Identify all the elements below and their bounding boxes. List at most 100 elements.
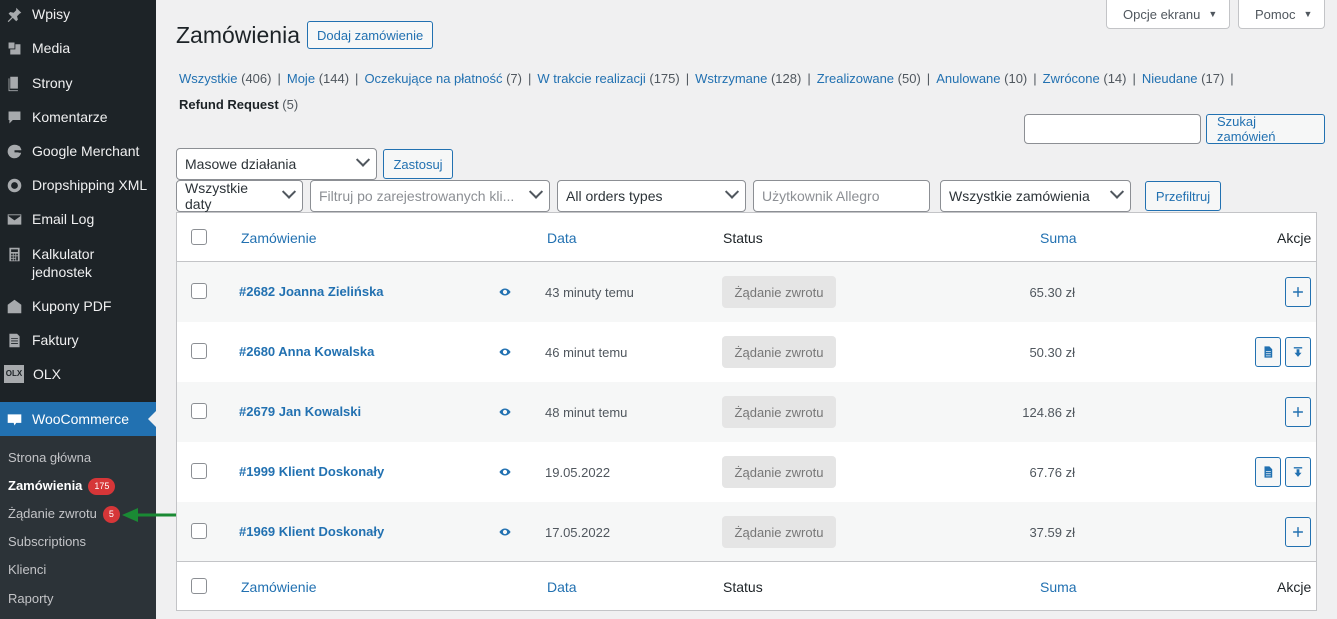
- woocommerce-submenu: Strona główna Zamówienia 175 Żądanie zwro…: [0, 436, 156, 619]
- screen-options-button[interactable]: Opcje ekranu ▼: [1106, 0, 1230, 29]
- sidebar-item-woocommerce[interactable]: WooCommerce: [0, 402, 156, 436]
- sidebar-item-calculator[interactable]: Kalkulator jednostek: [0, 245, 156, 281]
- column-status: Status: [723, 230, 763, 246]
- submenu-item-subscriptions[interactable]: Subscriptions: [8, 533, 86, 551]
- status-filter-link[interactable]: Wstrzymane (128): [695, 71, 801, 86]
- submenu-item-home[interactable]: Strona główna: [8, 449, 91, 467]
- separator: |: [807, 71, 811, 86]
- table-footer: Zamówienie Data Status Suma Akcje: [177, 561, 1316, 610]
- submenu-item-reports[interactable]: Raporty: [8, 590, 54, 608]
- status-filter-link[interactable]: Zwrócone (14): [1043, 71, 1127, 86]
- sidebar-item-coupons[interactable]: Kupony PDF: [0, 297, 156, 315]
- order-link[interactable]: #2682 Joanna Zielińska: [239, 284, 384, 299]
- invoice-action-button[interactable]: [1255, 457, 1281, 487]
- preview-eye-icon[interactable]: [498, 525, 512, 539]
- apply-button[interactable]: Zastosuj: [383, 149, 453, 179]
- status-filter-link[interactable]: Moje (144): [287, 71, 349, 86]
- submenu-item-refund-request[interactable]: Żądanie zwrotu 5: [8, 505, 120, 523]
- column-date[interactable]: Data: [547, 230, 577, 246]
- download-action-button[interactable]: [1285, 337, 1311, 367]
- order-link[interactable]: #1999 Klient Doskonały: [239, 464, 384, 479]
- sidebar-item-posts[interactable]: Wpisy: [0, 5, 156, 23]
- order-link[interactable]: #2679 Jan Kowalski: [239, 404, 361, 419]
- sidebar-item-dropshipping[interactable]: Dropshipping XML: [0, 176, 156, 194]
- row-checkbox[interactable]: [191, 463, 207, 479]
- add-order-button[interactable]: Dodaj zamówienie: [307, 21, 434, 49]
- order-types-select[interactable]: All orders types: [557, 180, 746, 212]
- chevron-down-icon: [355, 152, 371, 167]
- preview-eye-icon[interactable]: [498, 465, 512, 479]
- calculator-icon: [5, 245, 23, 263]
- submenu-item-customers[interactable]: Klienci: [8, 561, 46, 579]
- table-row: #2682 Joanna Zielińska 43 minuty temu Żąda…: [177, 262, 1316, 322]
- main-content: Opcje ekranu ▼ Pomoc ▼ Zamówienia Dodaj za…: [156, 0, 1337, 619]
- all-orders-select[interactable]: Wszystkie zamówienia: [940, 180, 1131, 212]
- column-order[interactable]: Zamówienie: [241, 230, 316, 246]
- order-date: 48 minut temu: [545, 405, 628, 420]
- filter-button[interactable]: Przefiltruj: [1145, 181, 1221, 211]
- column-order[interactable]: Zamówienie: [241, 579, 316, 595]
- select-all-checkbox[interactable]: [191, 229, 207, 245]
- date-filter-select[interactable]: Wszystkie daty: [176, 180, 303, 212]
- status-filter-link[interactable]: Oczekujące na płatność (7): [364, 71, 522, 86]
- row-checkbox[interactable]: [191, 403, 207, 419]
- row-checkbox[interactable]: [191, 283, 207, 299]
- column-status: Status: [723, 579, 763, 595]
- help-button[interactable]: Pomoc ▼: [1238, 0, 1325, 29]
- separator: |: [1132, 71, 1136, 86]
- invoice-action-button[interactable]: [1255, 337, 1281, 367]
- plus-action-button[interactable]: [1285, 397, 1311, 427]
- allegro-user-input[interactable]: Użytkownik Allegro: [753, 180, 930, 212]
- column-total[interactable]: Suma: [1040, 579, 1077, 595]
- status-filter-link[interactable]: W trakcie realizacji (175): [537, 71, 679, 86]
- status-filter-link[interactable]: Wszystkie (406): [179, 71, 271, 86]
- status-filter-links: Wszystkie (406) | Moje (144) | Oczekujące na…: [179, 66, 1259, 118]
- table-row: #2680 Anna Kowalska 46 minut temu Żądanie …: [177, 322, 1316, 382]
- preview-eye-icon[interactable]: [498, 405, 512, 419]
- pages-icon: [5, 74, 23, 92]
- submenu-item-orders[interactable]: Zamówienia 175: [8, 477, 116, 495]
- status-filter-link[interactable]: Refund Request (5): [179, 97, 298, 112]
- order-date: 19.05.2022: [545, 465, 611, 480]
- order-total: 124.86 zł: [1022, 405, 1075, 420]
- table-header: Zamówienie Data Status Suma Akcje: [177, 213, 1316, 262]
- download-action-button[interactable]: [1285, 457, 1311, 487]
- bulk-actions-select[interactable]: Masowe działania: [176, 148, 377, 180]
- search-input[interactable]: [1024, 114, 1201, 144]
- customer-filter-select[interactable]: Filtruj po zarejestrowanych kli...: [310, 180, 550, 212]
- sidebar-item-invoices[interactable]: Faktury: [0, 331, 156, 349]
- status-filter-link[interactable]: Zrealizowane (50): [817, 71, 921, 86]
- select-all-checkbox[interactable]: [191, 578, 207, 594]
- column-date[interactable]: Data: [547, 579, 577, 595]
- order-link[interactable]: #2680 Anna Kowalska: [239, 344, 374, 359]
- status-filter-link[interactable]: Nieudane (17): [1142, 71, 1224, 86]
- order-link[interactable]: #1969 Klient Doskonały: [239, 524, 384, 539]
- sidebar-item-pages[interactable]: Strony: [0, 74, 156, 92]
- invoice-icon: [5, 331, 23, 349]
- sidebar-item-email-log[interactable]: Email Log: [0, 210, 156, 228]
- admin-sidebar: Wpisy Media Strony Komentarze Google Mer…: [0, 0, 156, 619]
- column-total[interactable]: Suma: [1040, 230, 1077, 246]
- orders-table: Zamówienie Data Status Suma Akcje #2682 …: [176, 212, 1317, 611]
- search-orders-button[interactable]: Szukaj zamówień: [1206, 114, 1325, 144]
- coupon-icon: [5, 297, 23, 315]
- column-actions: Akcje: [1277, 230, 1312, 246]
- sidebar-item-google-merchant[interactable]: Google Merchant: [0, 142, 156, 160]
- plus-icon: [1293, 527, 1303, 537]
- sidebar-item-comments[interactable]: Komentarze: [0, 108, 156, 126]
- sidebar-item-media[interactable]: Media: [0, 39, 156, 57]
- plus-action-button[interactable]: [1285, 277, 1311, 307]
- chevron-down-icon: [724, 184, 740, 199]
- preview-eye-icon[interactable]: [498, 285, 512, 299]
- row-checkbox[interactable]: [191, 343, 207, 359]
- orders-count-badge: 175: [88, 477, 116, 495]
- sidebar-item-olx[interactable]: OLX OLX: [0, 365, 156, 383]
- status-badge: Żądanie zwrotu: [722, 516, 836, 548]
- row-checkbox[interactable]: [191, 523, 207, 539]
- plus-action-button[interactable]: [1285, 517, 1311, 547]
- status-filter-link[interactable]: Anulowane (10): [936, 71, 1027, 86]
- plus-icon: [1293, 407, 1303, 417]
- preview-eye-icon[interactable]: [498, 345, 512, 359]
- invoice-icon: [1264, 346, 1273, 358]
- status-badge: Żądanie zwrotu: [722, 456, 836, 488]
